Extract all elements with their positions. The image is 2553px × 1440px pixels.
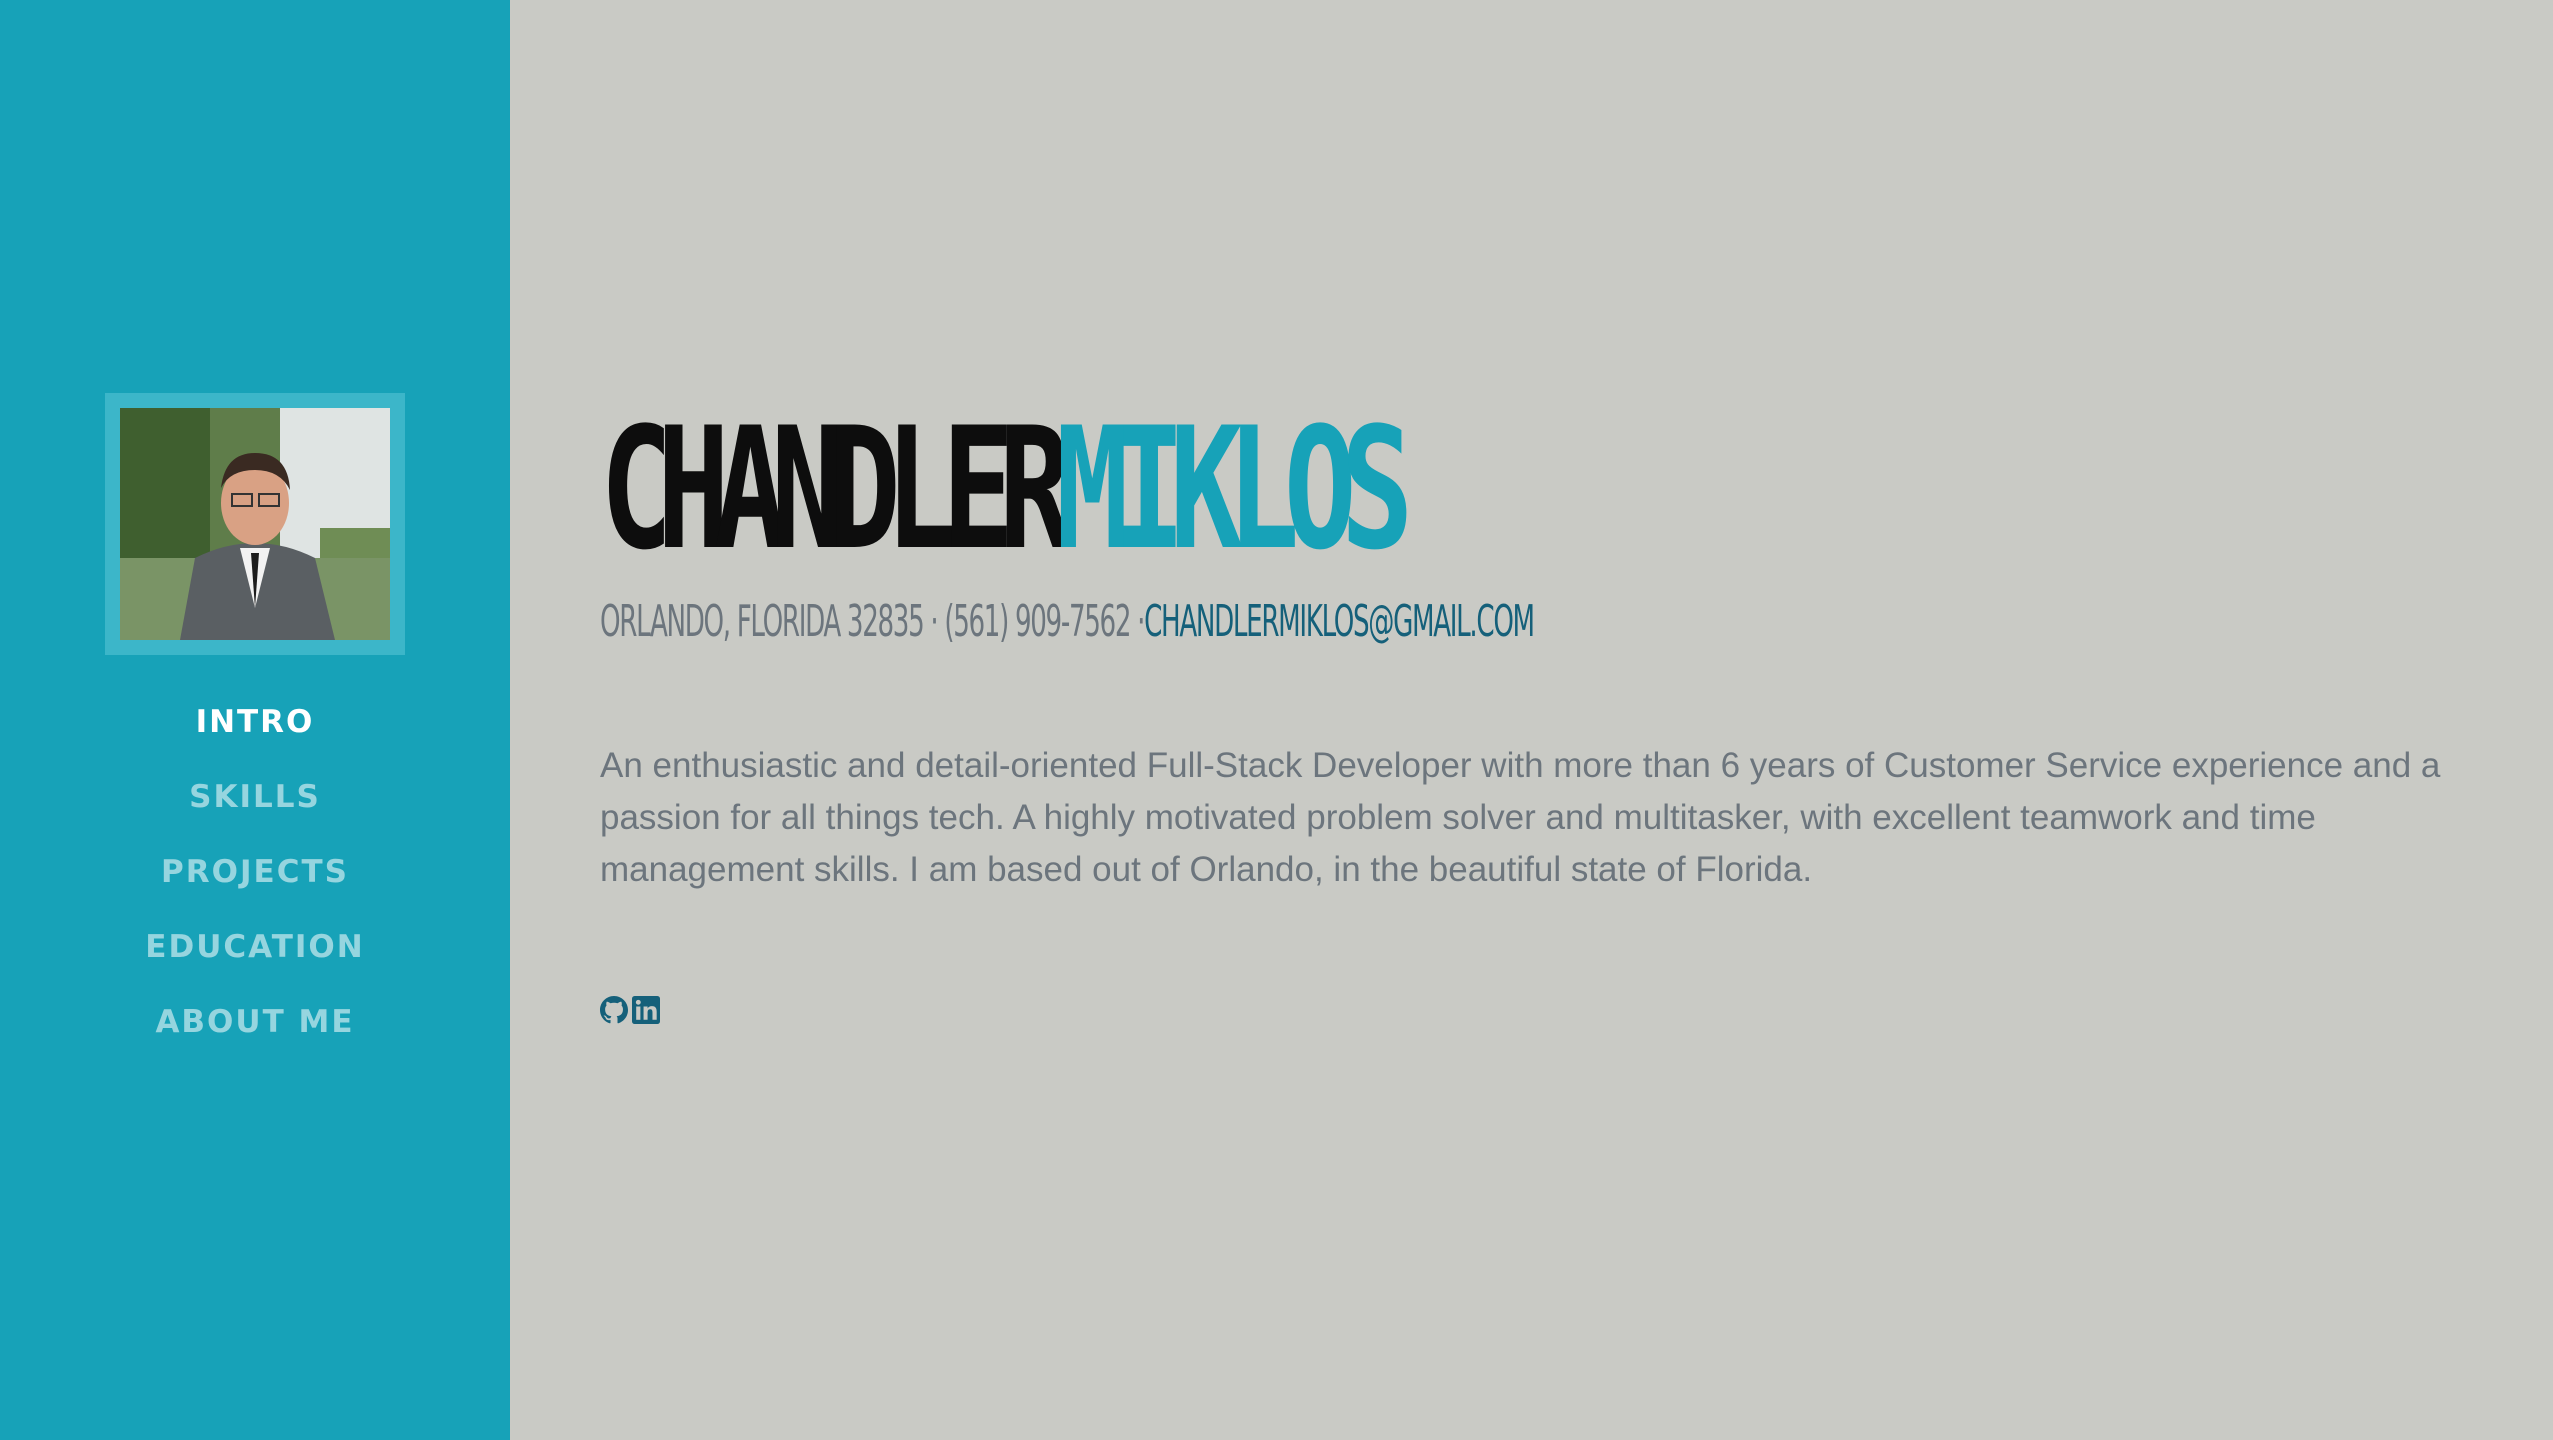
sidebar-nav: INTRO SKILLS PROJECTS EDUCATION ABOUT ME [0,700,510,1075]
page: INTRO SKILLS PROJECTS EDUCATION ABOUT ME… [0,0,2553,1440]
last-name: MIKLOS [1055,391,1414,587]
nav-item-about-me[interactable]: ABOUT ME [0,1000,510,1075]
phone: (561) 909-7562 [944,596,1131,647]
linkedin-icon [632,996,660,1024]
intro-text: An enthusiastic and detail-oriented Full… [600,746,2441,889]
github-icon [600,996,628,1024]
page-title: CHANDLERMIKLOS [600,405,1414,573]
contact-line: ORLANDO, FLORIDA 32835 · (561) 909-7562 … [600,596,1535,647]
separator: · [923,596,945,647]
social-links [600,996,660,1024]
nav-item-projects[interactable]: PROJECTS [0,850,510,925]
github-link[interactable] [600,996,628,1024]
nav-item-intro[interactable]: INTRO [0,700,510,775]
nav-item-education[interactable]: EDUCATION [0,925,510,1000]
email-link[interactable]: CHANDLERMIKLOS@GMAIL.COM [1144,596,1535,647]
first-name: CHANDLER [600,391,1072,587]
avatar [105,393,405,655]
nav-item-skills[interactable]: SKILLS [0,775,510,850]
location: ORLANDO, FLORIDA 32835 [600,596,925,647]
separator: · [1130,596,1145,647]
linkedin-link[interactable] [632,996,660,1024]
profile-photo-icon [120,408,390,640]
sidebar: INTRO SKILLS PROJECTS EDUCATION ABOUT ME [0,0,510,1440]
